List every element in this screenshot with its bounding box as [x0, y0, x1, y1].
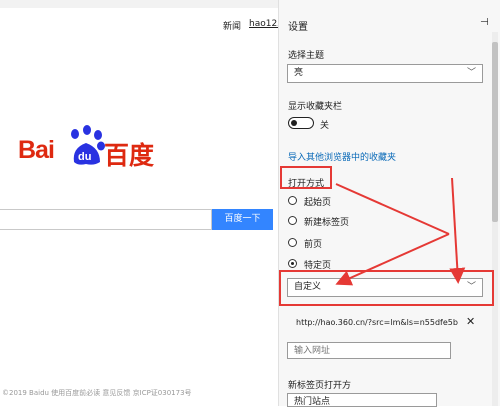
- annotation-arrows: [335, 177, 466, 286]
- annotation-arrow-left: [335, 233, 450, 286]
- annotation-line: [335, 183, 450, 235]
- annotation-arrow-down: [449, 177, 466, 284]
